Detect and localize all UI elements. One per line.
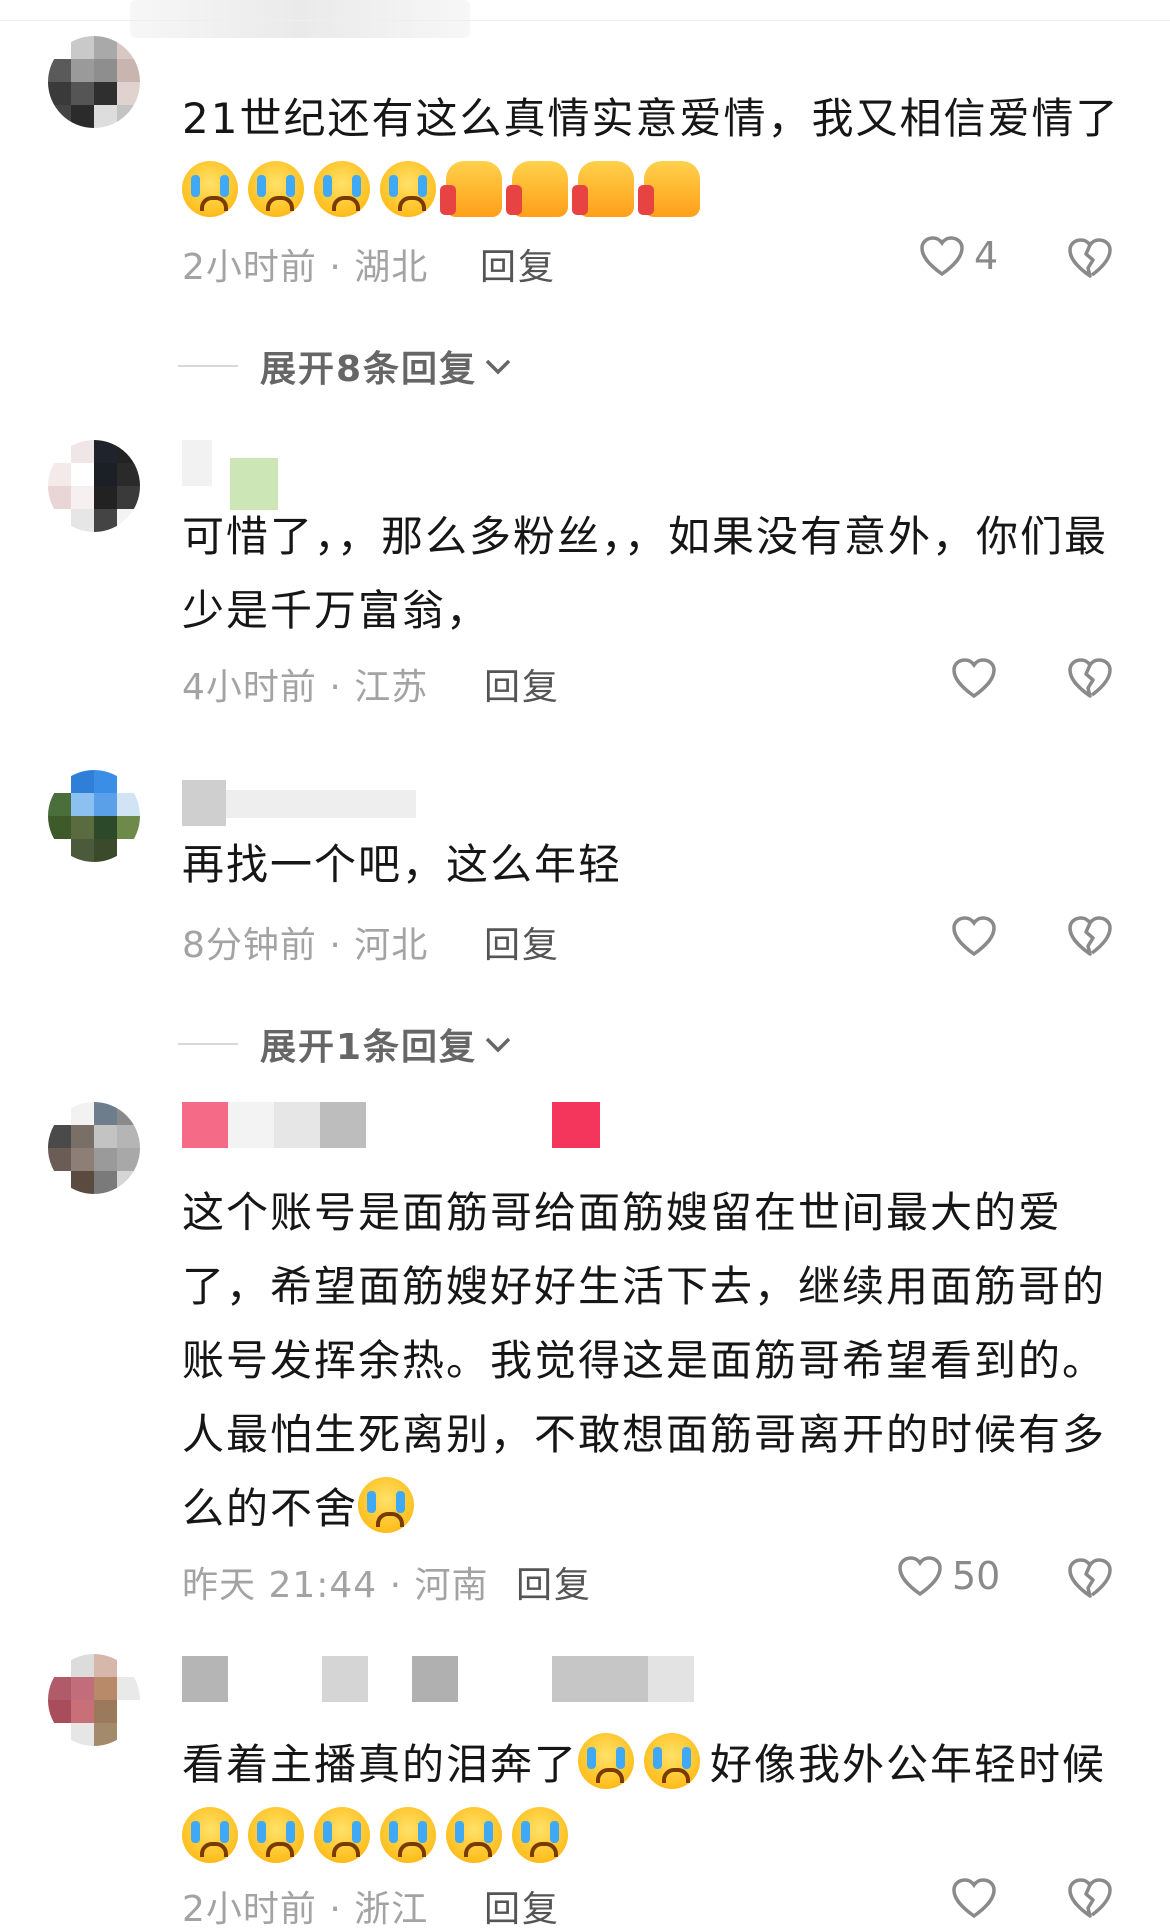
comment-text: 可惜了，，那么多粉丝，，如果没有意外，你们最少是千万富翁， <box>182 512 1109 635</box>
blurred-header-strip <box>130 0 470 38</box>
avatar[interactable] <box>48 36 140 128</box>
thumbs-up-emoji <box>440 161 502 217</box>
thumbs-up-emoji <box>506 161 568 217</box>
avatar[interactable] <box>48 1654 140 1746</box>
reply-button[interactable]: 回复 <box>484 1880 560 1932</box>
like-button[interactable] <box>950 914 998 958</box>
crying-face-emoji <box>512 1807 568 1863</box>
username-blurred[interactable] <box>182 1102 602 1148</box>
comment-meta: 4小时前 · 江苏 <box>182 667 429 708</box>
reply-button[interactable]: 回复 <box>480 238 556 290</box>
like-count: 4 <box>974 234 999 278</box>
crying-face-emoji <box>182 161 238 217</box>
like-button[interactable]: 50 <box>896 1554 1000 1598</box>
like-button[interactable]: 4 <box>918 234 998 278</box>
crying-face-emoji <box>358 1477 415 1533</box>
dislike-button[interactable] <box>1066 1556 1114 1600</box>
broken-heart-icon <box>1068 1558 1112 1598</box>
broken-heart-icon <box>1068 658 1112 698</box>
thumbs-up-emoji <box>572 161 634 217</box>
crying-face-emoji <box>380 1807 436 1863</box>
crying-face-emoji <box>248 1807 304 1863</box>
dislike-button[interactable] <box>1066 656 1114 700</box>
expand-divider <box>178 1043 238 1045</box>
dislike-button[interactable] <box>1066 236 1114 280</box>
dislike-button[interactable] <box>1066 914 1114 958</box>
like-button[interactable] <box>950 1876 998 1920</box>
comment-text: 这个账号是面筋哥给面筋嫂留在世间最大的爱了，希望面筋嫂好好生活下去，继续用面筋哥… <box>182 1188 1107 1533</box>
expand-label: 展开1条回复 <box>260 1027 478 1068</box>
thumbs-up-emoji <box>638 161 700 217</box>
top-divider <box>0 20 1170 21</box>
like-button[interactable] <box>950 656 998 700</box>
chevron-down-icon <box>485 359 511 375</box>
broken-heart-icon <box>1068 916 1112 956</box>
broken-heart-icon <box>1068 1878 1112 1918</box>
expand-replies-button[interactable]: 展开1条回复 <box>178 1018 513 1070</box>
comment-text: 21世纪还有这么真情实意爱情，我又相信爱情了 <box>182 82 1122 230</box>
comment-meta: 2小时前 · 湖北 <box>182 247 429 288</box>
reply-button[interactable]: 回复 <box>484 916 560 968</box>
expand-replies-button[interactable]: 展开8条回复 <box>178 340 513 392</box>
expand-divider <box>178 365 238 367</box>
comment-meta: 昨天 21:44 · 河南 <box>182 1565 489 1606</box>
avatar[interactable] <box>48 440 140 532</box>
crying-face-emoji <box>644 1733 701 1789</box>
crying-face-emoji <box>314 1807 370 1863</box>
crying-face-emoji <box>182 1807 238 1863</box>
avatar[interactable] <box>48 1102 140 1194</box>
comment-text: 再找一个吧，这么年轻 <box>182 840 623 889</box>
reply-button[interactable]: 回复 <box>484 658 560 710</box>
crying-face-emoji <box>314 161 370 217</box>
broken-heart-icon <box>1068 238 1112 278</box>
reply-button[interactable]: 回复 <box>516 1556 592 1608</box>
crying-face-emoji <box>446 1807 502 1863</box>
username-blurred[interactable] <box>182 1656 702 1702</box>
crying-face-emoji <box>578 1733 635 1789</box>
heart-outline-icon <box>952 658 996 699</box>
chevron-down-icon <box>485 1037 511 1053</box>
comment-meta: 8分钟前 · 河北 <box>182 925 429 966</box>
heart-outline-icon <box>920 236 964 277</box>
comment-meta: 2小时前 · 浙江 <box>182 1889 429 1930</box>
crying-face-emoji <box>248 161 304 217</box>
heart-outline-icon <box>898 1556 942 1597</box>
username-blurred[interactable] <box>182 440 332 510</box>
expand-label: 展开8条回复 <box>260 349 478 390</box>
avatar[interactable] <box>48 770 140 862</box>
dislike-button[interactable] <box>1066 1876 1114 1920</box>
heart-outline-icon <box>952 1878 996 1919</box>
heart-outline-icon <box>952 916 996 957</box>
like-count: 50 <box>952 1554 1001 1598</box>
crying-face-emoji <box>380 161 436 217</box>
comment-text: 看着主播真的泪奔了 好像我外公年轻时候 <box>182 1728 1122 1876</box>
username-blurred[interactable] <box>182 780 422 826</box>
